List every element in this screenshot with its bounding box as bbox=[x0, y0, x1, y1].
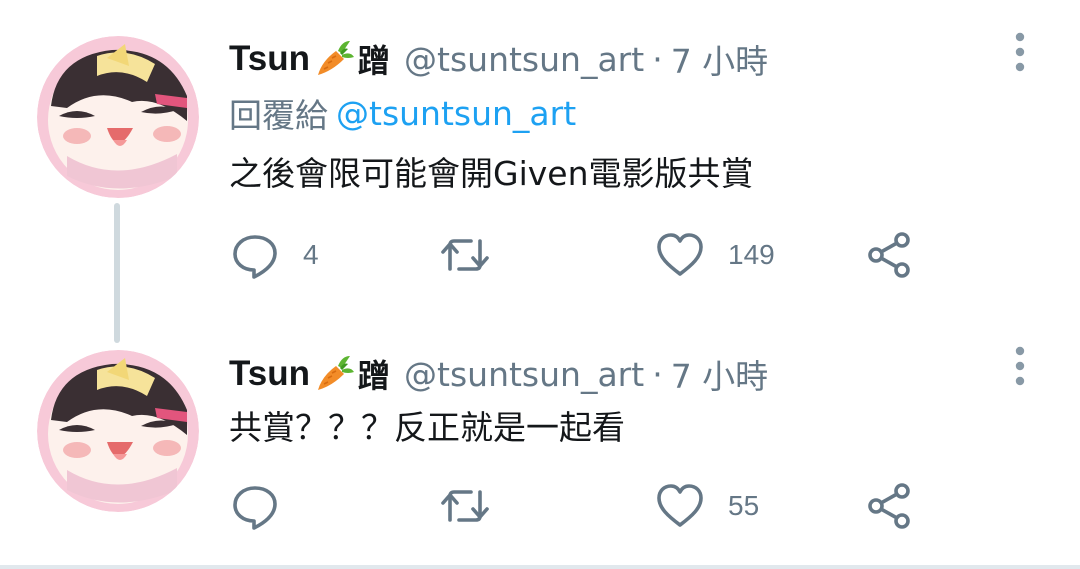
reply-button[interactable] bbox=[229, 476, 303, 536]
like-button[interactable]: 55 bbox=[654, 476, 759, 536]
tweet-text: 之後會限可能會開Given電影版共賞 bbox=[229, 154, 754, 193]
retweet-icon bbox=[441, 239, 489, 271]
thread-line bbox=[114, 203, 120, 343]
display-name[interactable]: Tsun bbox=[229, 354, 310, 394]
reply-icon bbox=[233, 235, 277, 279]
retweet-button[interactable] bbox=[439, 476, 513, 536]
more-vertical-icon[interactable] bbox=[1008, 31, 1032, 75]
more-vertical-icon[interactable] bbox=[1008, 345, 1032, 389]
avatar-image bbox=[37, 36, 199, 198]
reply-context: 回覆給 @tsuntsun_art bbox=[229, 89, 576, 137]
avatar[interactable] bbox=[37, 350, 199, 512]
reply-to-label: 回覆給 bbox=[229, 96, 328, 135]
reply-count: 4 bbox=[303, 239, 319, 270]
feed-divider bbox=[0, 565, 1080, 569]
separator-dot: · bbox=[652, 354, 663, 394]
tweet-actions: 55 bbox=[229, 476, 929, 536]
tweet-header: Tsun 蹭 @tsuntsun_art · 7 小時 bbox=[229, 350, 768, 398]
like-button[interactable]: 149 bbox=[654, 225, 775, 285]
heart-icon bbox=[657, 484, 703, 527]
carrot-icon bbox=[318, 356, 355, 390]
retweet-icon bbox=[441, 490, 489, 522]
share-button[interactable] bbox=[864, 476, 916, 536]
user-handle[interactable]: @tsuntsun_art bbox=[404, 355, 644, 394]
avatar-image bbox=[37, 350, 199, 512]
tweet-timestamp[interactable]: 7 小時 bbox=[671, 350, 769, 398]
heart-icon bbox=[657, 233, 703, 276]
tweet-header: Tsun 蹭 @tsuntsun_art · 7 小時 bbox=[229, 35, 768, 83]
tweet-actions: 4 149 bbox=[229, 225, 929, 285]
like-count: 149 bbox=[728, 239, 775, 270]
tweet-timestamp[interactable]: 7 小時 bbox=[671, 35, 769, 83]
display-name-suffix: 蹭 bbox=[358, 42, 391, 80]
separator-dot: · bbox=[652, 39, 663, 79]
share-button[interactable] bbox=[864, 225, 916, 285]
tweet-2[interactable]: Tsun 蹭 @tsuntsun_art · 7 小時 共賞？？？反正就是一起看 bbox=[0, 340, 1080, 569]
share-icon bbox=[868, 483, 910, 529]
tweet-text: 共賞？？？反正就是一起看 bbox=[229, 408, 625, 447]
reply-button[interactable]: 4 bbox=[229, 225, 319, 285]
carrot-icon bbox=[318, 41, 355, 75]
reply-icon bbox=[233, 486, 277, 530]
tweet-1[interactable]: Tsun 蹭 @tsuntsun_art · 7 小時 回覆給 @tsuntsu… bbox=[0, 0, 1080, 343]
reply-mention-link[interactable]: @tsuntsun_art bbox=[336, 94, 576, 133]
user-handle[interactable]: @tsuntsun_art bbox=[404, 40, 644, 79]
display-name-suffix: 蹭 bbox=[358, 357, 391, 395]
avatar[interactable] bbox=[37, 36, 199, 198]
like-count: 55 bbox=[728, 490, 760, 521]
display-name[interactable]: Tsun bbox=[229, 39, 310, 79]
retweet-button[interactable] bbox=[439, 225, 513, 285]
share-icon bbox=[868, 232, 910, 278]
